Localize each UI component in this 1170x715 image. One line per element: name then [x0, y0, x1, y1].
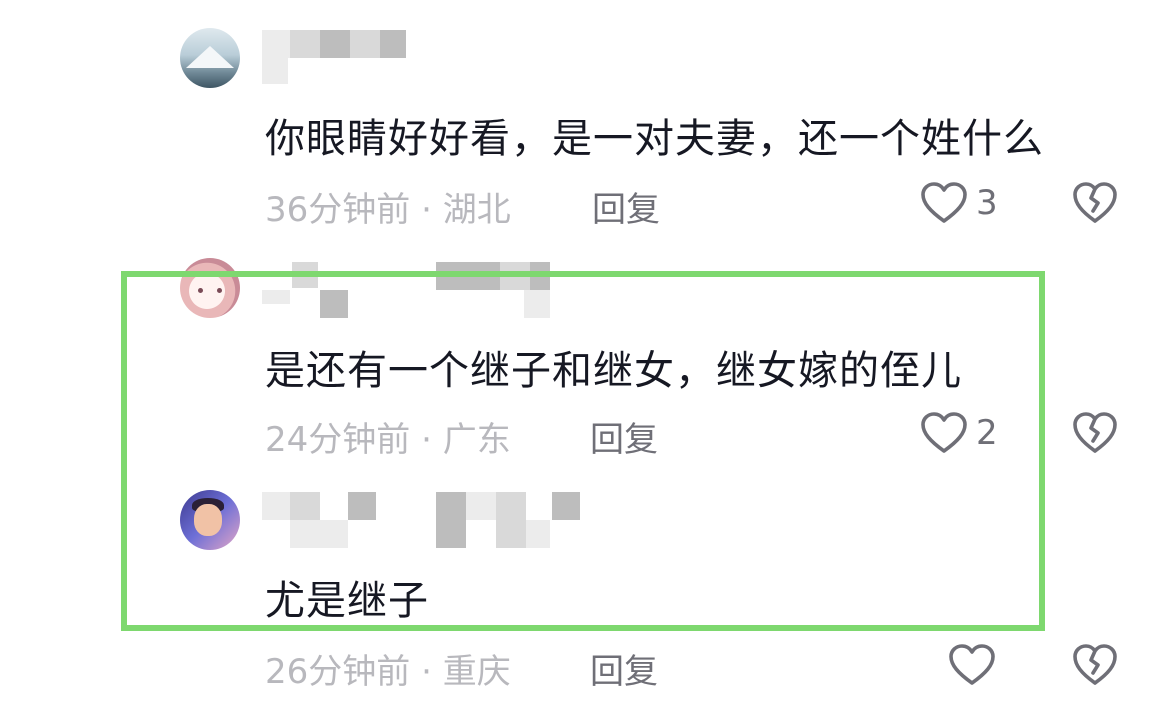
reply-button[interactable]: 回复 — [590, 644, 658, 693]
comment-text: 尤是继子 — [265, 578, 429, 624]
avatar[interactable] — [180, 490, 240, 550]
comment-3: 尤是继子 26分钟前 · 重庆 回复 — [0, 0, 1170, 715]
heart-outline-icon — [949, 644, 995, 685]
meta-separator: · — [421, 652, 432, 692]
comment-location: 重庆 — [442, 652, 511, 692]
username-pixelated[interactable] — [262, 492, 582, 548]
broken-heart-icon[interactable] — [1072, 642, 1118, 688]
comment-meta: 26分钟前 · 重庆 — [265, 644, 511, 693]
comment-time: 26分钟前 — [265, 652, 411, 692]
like-button[interactable] — [948, 643, 996, 687]
